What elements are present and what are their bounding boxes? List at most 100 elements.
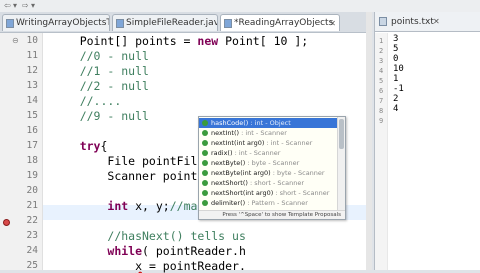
code-line[interactable]: //2 - null	[52, 79, 149, 93]
file-line-value[interactable]: -1	[393, 84, 404, 94]
scroll-thumb[interactable]	[339, 119, 344, 149]
line-number: 4	[379, 67, 384, 75]
forward-icon[interactable]: ⇨	[22, 2, 29, 10]
comment-token: //0 - null	[79, 49, 149, 63]
line-number-gutter: ⊖ 10 11 12 13 14 15 16 17 18 19 20 21 22…	[0, 33, 43, 271]
method-signature: hashCode() : int - Object	[211, 118, 291, 128]
return-type: : short - Scanner	[273, 189, 330, 197]
method-signature: nextInt() : int - Scanner	[211, 128, 287, 138]
autocomplete-item[interactable]: nextShort(int arg0) : short - Scanner	[199, 188, 337, 198]
autocomplete-hint: Press '^Space' to show Template Proposal…	[199, 210, 345, 219]
close-icon[interactable]: ✕	[433, 12, 440, 32]
dropdown-icon[interactable]: ▾	[13, 2, 17, 10]
java-file-icon	[224, 19, 232, 28]
close-icon[interactable]: ✕	[329, 15, 336, 31]
line-number: 1	[379, 37, 384, 45]
autocomplete-item[interactable]: hashCode() : int - Object	[199, 118, 337, 128]
autocomplete-item[interactable]: delimiter() : Pattern - Scanner	[199, 198, 337, 208]
code-token: {	[100, 139, 108, 153]
file-line-value[interactable]: 2	[393, 94, 398, 104]
tab-writing-array-objects[interactable]: WritingArrayObjectsT	[2, 14, 110, 31]
method-signature: nextInt(int arg0) : int - Scanner	[211, 138, 312, 148]
code-line[interactable]: //0 - null	[52, 49, 149, 63]
public-method-icon	[202, 150, 208, 156]
dropdown-icon[interactable]: ▾	[31, 2, 35, 10]
autocomplete-item[interactable]: nextShort() : short - Scanner	[199, 178, 337, 188]
file-line-value[interactable]: 0	[393, 54, 398, 64]
code-line[interactable]: //1 - null	[52, 64, 149, 78]
line-number: 10	[26, 35, 38, 46]
public-method-icon	[202, 160, 208, 166]
return-type: : Pattern - Scanner	[245, 199, 308, 207]
autocomplete-scrollbar[interactable]	[337, 117, 345, 210]
line-number: 11	[26, 50, 38, 61]
tab-label: *ReadingArrayObjects	[234, 18, 334, 28]
return-type: : byte - Scanner	[270, 169, 325, 177]
tab-simple-file-reader[interactable]: SimpleFileReader.jav	[112, 14, 218, 31]
method-name: radix()	[211, 149, 233, 157]
code-line[interactable]: //hasNext() tells us	[52, 229, 245, 243]
points-file-panel: points.txt ✕ 1 3 2 5 3 0 4 10 5 1 6 -1 7 2 8 4 9	[374, 12, 480, 270]
line-number: 23	[26, 230, 38, 241]
method-name: hashCode()	[211, 119, 249, 127]
code-line[interactable]: Point[] points = new Point[ 10 ];	[52, 34, 309, 48]
tab-label: WritingArrayObjectsT	[16, 18, 110, 28]
method-name: nextByte()	[211, 159, 246, 167]
public-method-icon	[202, 200, 208, 206]
autocomplete-item[interactable]: nextByte() : byte - Scanner	[199, 158, 337, 168]
method-signature: nextShort(int arg0) : short - Scanner	[211, 188, 329, 198]
tab-reading-array-objects[interactable]: *ReadingArrayObjects ✕	[220, 14, 340, 31]
code-line[interactable]: x = pointReader.	[52, 259, 246, 273]
main-toolbar: ⇦ ▾ ⇨ ▾	[0, 0, 480, 12]
method-signature: nextByte() : byte - Scanner	[211, 158, 299, 168]
code-token: x	[135, 259, 143, 273]
line-number: 8	[379, 107, 384, 115]
line-number: 22	[26, 215, 38, 226]
keyword-token: int	[107, 199, 129, 213]
line-number: 25	[26, 260, 38, 271]
comment-token: //1 - null	[79, 64, 149, 78]
code-line[interactable]: //....	[52, 94, 122, 108]
public-method-icon	[202, 140, 208, 146]
back-icon[interactable]: ⇦	[4, 2, 11, 10]
editor-tab-bar: WritingArrayObjectsT SimpleFileReader.ja…	[0, 12, 372, 33]
file-line-value[interactable]: 10	[393, 64, 404, 74]
autocomplete-item[interactable]: nextByte(int arg0) : byte - Scanner	[199, 168, 337, 178]
line-number: 16	[26, 125, 38, 136]
comment-token: //....	[79, 94, 122, 108]
code-line[interactable]: while( pointReader.h	[52, 244, 246, 258]
autocomplete-item[interactable]: nextInt(int arg0) : int - Scanner	[199, 138, 337, 148]
keyword-token: new	[197, 34, 219, 48]
return-type: : int - Scanner	[239, 129, 287, 137]
editor-scrollbar[interactable]	[366, 12, 372, 270]
file-line-value[interactable]: 4	[393, 104, 398, 114]
method-name: nextInt()	[211, 129, 240, 137]
method-name: nextByte(int arg0)	[211, 169, 271, 177]
file-line-value[interactable]: 3	[393, 34, 398, 44]
code-line[interactable]: try{	[52, 139, 108, 153]
line-number: 12	[26, 65, 38, 76]
autocomplete-item[interactable]: radix() : int - Scanner	[199, 148, 337, 158]
line-number: 6	[379, 87, 384, 95]
file-line-value[interactable]: 1	[393, 74, 398, 84]
file-line-value[interactable]: 5	[393, 44, 398, 54]
line-number: 19	[26, 170, 38, 181]
autocomplete-item[interactable]: nextInt() : int - Scanner	[199, 128, 337, 138]
java-file-icon	[6, 19, 14, 28]
method-name: nextInt(int arg0)	[211, 139, 265, 147]
public-method-icon	[202, 170, 208, 176]
code-token: Point[] points =	[79, 34, 198, 48]
code-token: ( pointReader.h	[142, 244, 246, 258]
public-method-icon	[202, 120, 208, 126]
tab-points-txt[interactable]: points.txt ✕	[375, 12, 480, 32]
code-line[interactable]: //9 - null	[52, 109, 149, 123]
